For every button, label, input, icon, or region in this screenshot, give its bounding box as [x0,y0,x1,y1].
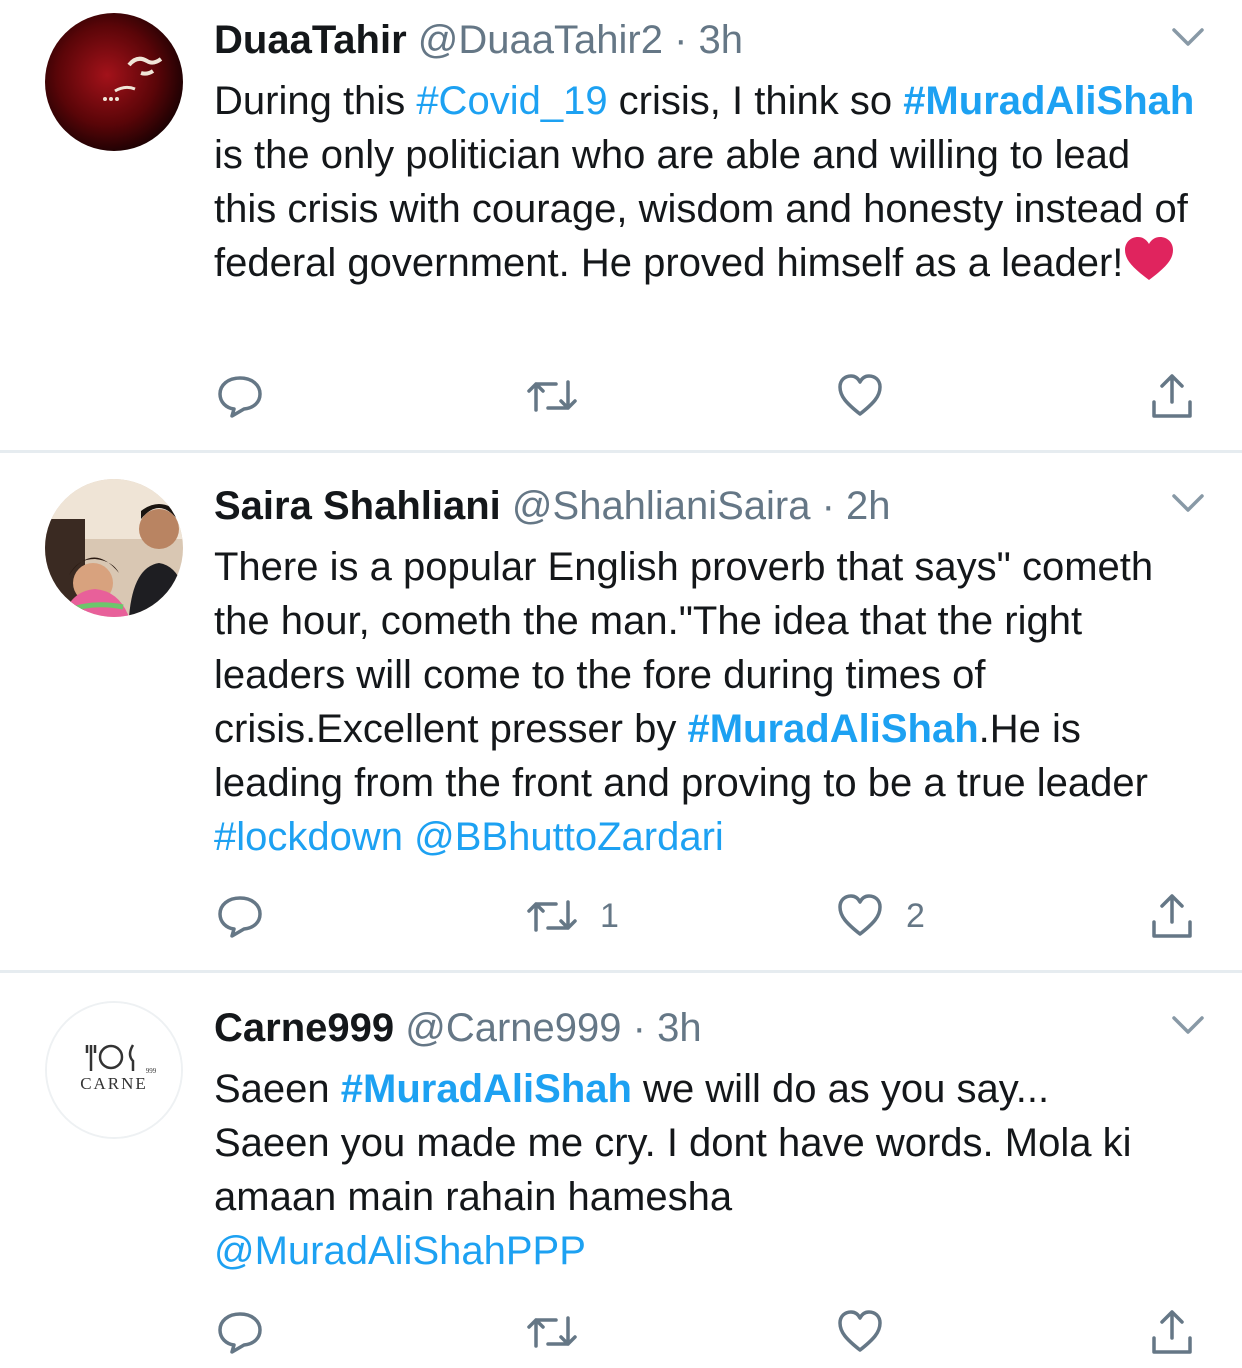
share-button[interactable] [1148,886,1196,946]
user-avatar[interactable]: CARNE 999 [45,1001,183,1139]
tweet-text: There is a popular English proverb that … [214,540,1198,864]
red-heart-emoji [1123,236,1175,296]
chevron-down-icon[interactable] [1168,22,1208,52]
retweet-button[interactable]: 1 [526,886,619,946]
tweet-2[interactable]: Saira Shahliani @ShahlianiSaira · 2h The… [0,466,1242,972]
share-icon [1148,892,1196,940]
like-count: 2 [906,896,925,935]
mention-link[interactable]: @BBhuttoZardari [414,815,724,859]
hashtag-link[interactable]: #lockdown [214,815,403,859]
separator-dot: · [821,484,835,528]
tweet-3[interactable]: CARNE 999 Carne999 @Carne999 · 3h Saeen … [0,988,1242,1368]
user-handle[interactable]: @DuaaTahir2 [418,18,663,62]
text-segment: During this [214,79,417,123]
retweet-button[interactable] [526,1302,600,1362]
retweet-button[interactable] [526,366,600,426]
tweet-actions [0,366,1242,426]
like-button[interactable] [836,1302,906,1362]
text-segment: is the only politician who are able and … [214,133,1188,285]
share-icon [1148,1308,1196,1356]
reply-button[interactable] [216,1302,286,1362]
tweet-header: DuaaTahir @DuaaTahir2 · 3h [214,14,1182,66]
reply-icon [216,372,264,420]
retweet-count: 1 [600,896,619,935]
tweet-text: During this #Covid_19 crisis, I think so… [214,74,1202,296]
reply-icon [216,892,264,940]
tweet-actions [0,1302,1242,1362]
reply-icon [216,1308,264,1356]
tweet-1[interactable]: DuaaTahir @DuaaTahir2 · 3h During this #… [0,0,1242,452]
tweet-header: Saira Shahliani @ShahlianiSaira · 2h [214,480,1182,532]
heart-icon [836,372,884,420]
retweet-icon [526,892,578,940]
separator-dot: · [674,18,688,62]
mention-link[interactable]: @MuradAliShahPPP [214,1229,586,1273]
text-segment: crisis, I think so [607,79,904,123]
heart-icon [836,892,884,940]
reply-button[interactable] [216,886,286,946]
user-handle[interactable]: @ShahlianiSaira [512,484,811,528]
reply-button[interactable] [216,366,286,426]
retweet-icon [526,372,578,420]
user-handle[interactable]: @Carne999 [405,1006,621,1050]
share-button[interactable] [1148,1302,1196,1362]
text-segment: Saeen [214,1067,341,1111]
logo-small-text: 999 [146,1067,157,1075]
timestamp[interactable]: 3h [657,1006,702,1050]
tweet-divider [0,970,1242,973]
logo-text: CARNE [80,1074,148,1093]
like-button[interactable] [836,366,906,426]
chevron-down-icon[interactable] [1168,488,1208,518]
hashtag-link[interactable]: #MuradAliShah [903,79,1194,123]
display-name[interactable]: Carne999 [214,1006,394,1050]
separator-dot: · [632,1006,646,1050]
tweet-text: Saeen #MuradAliShah we will do as you sa… [214,1062,1172,1278]
user-avatar[interactable] [45,13,183,151]
tweet-actions: 1 2 [0,886,1242,946]
chevron-down-icon[interactable] [1168,1010,1208,1040]
timestamp[interactable]: 2h [846,484,891,528]
display-name[interactable]: DuaaTahir [214,18,407,62]
share-button[interactable] [1148,366,1196,426]
retweet-icon [526,1308,578,1356]
user-avatar[interactable] [45,479,183,617]
tweet-header: Carne999 @Carne999 · 3h [214,1002,1182,1054]
hashtag-link[interactable]: #MuradAliShah [687,707,978,751]
display-name[interactable]: Saira Shahliani [214,484,501,528]
like-button[interactable]: 2 [836,886,925,946]
share-icon [1148,372,1196,420]
hashtag-link[interactable]: #MuradAliShah [341,1067,632,1111]
text-segment [403,815,414,859]
timestamp[interactable]: 3h [699,18,744,62]
tweet-divider [0,450,1242,453]
heart-icon [836,1308,884,1356]
hashtag-link[interactable]: #Covid_19 [416,79,607,123]
